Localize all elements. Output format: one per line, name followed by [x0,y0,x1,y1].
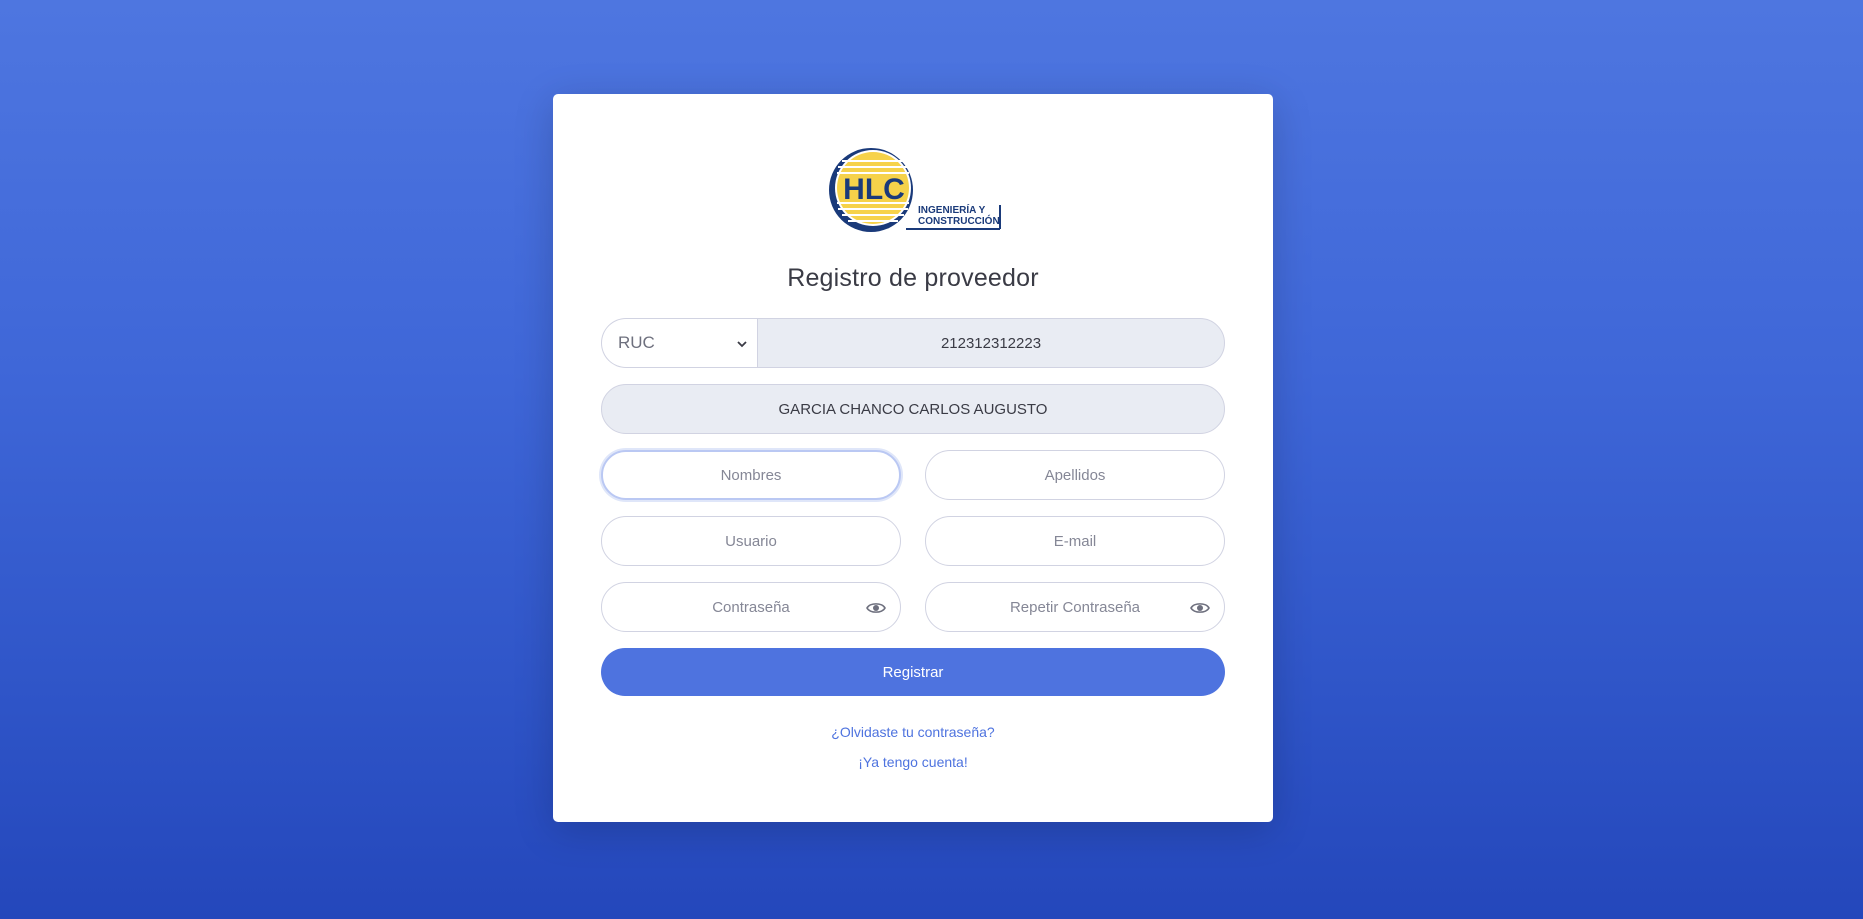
register-card: HLC INGENIERÍA Y CONSTRUCCIÓN Registro d… [553,94,1273,822]
razon-social-field[interactable]: GARCIA CHANCO CARLOS AUGUSTO [601,384,1225,434]
document-row: RUC 212312312223 [601,318,1225,368]
document-number-input[interactable]: 212312312223 [757,318,1225,368]
email-input[interactable]: E-mail [925,516,1225,566]
repeat-password-placeholder: Repetir Contraseña [1009,598,1141,616]
nombres-input[interactable]: Nombres [601,450,901,500]
document-type-value: RUC [618,333,655,352]
eye-icon[interactable] [866,599,886,617]
apellidos-placeholder: Apellidos [1044,466,1106,484]
have-account-link[interactable]: ¡Ya tengo cuenta! [553,754,1273,770]
logo-line-2: CONSTRUCCIÓN [918,214,1000,227]
usuario-input[interactable]: Usuario [601,516,901,566]
eye-icon[interactable] [1190,599,1210,617]
usuario-placeholder: Usuario [725,532,777,550]
nombres-placeholder: Nombres [720,466,782,484]
apellidos-input[interactable]: Apellidos [925,450,1225,500]
repeat-password-input[interactable]: Repetir Contraseña [925,582,1225,632]
razon-social-value: GARCIA CHANCO CARLOS AUGUSTO [778,400,1048,418]
document-number-value: 212312312223 [940,334,1042,352]
document-type-select[interactable]: RUC [601,318,757,368]
hlc-logo: HLC INGENIERÍA Y CONSTRUCCIÓN [829,148,1001,232]
password-input[interactable]: Contraseña [601,582,901,632]
forgot-password-link[interactable]: ¿Olvidaste tu contraseña? [553,724,1273,740]
logo-initials: HLC [843,173,905,206]
email-placeholder: E-mail [1053,532,1097,550]
register-button[interactable]: Registrar [601,648,1225,696]
chevron-down-icon [737,341,747,348]
page-title: Registro de proveedor [787,264,1039,292]
logo-line-1: INGENIERÍA Y [918,203,986,216]
password-placeholder: Contraseña [712,598,790,616]
